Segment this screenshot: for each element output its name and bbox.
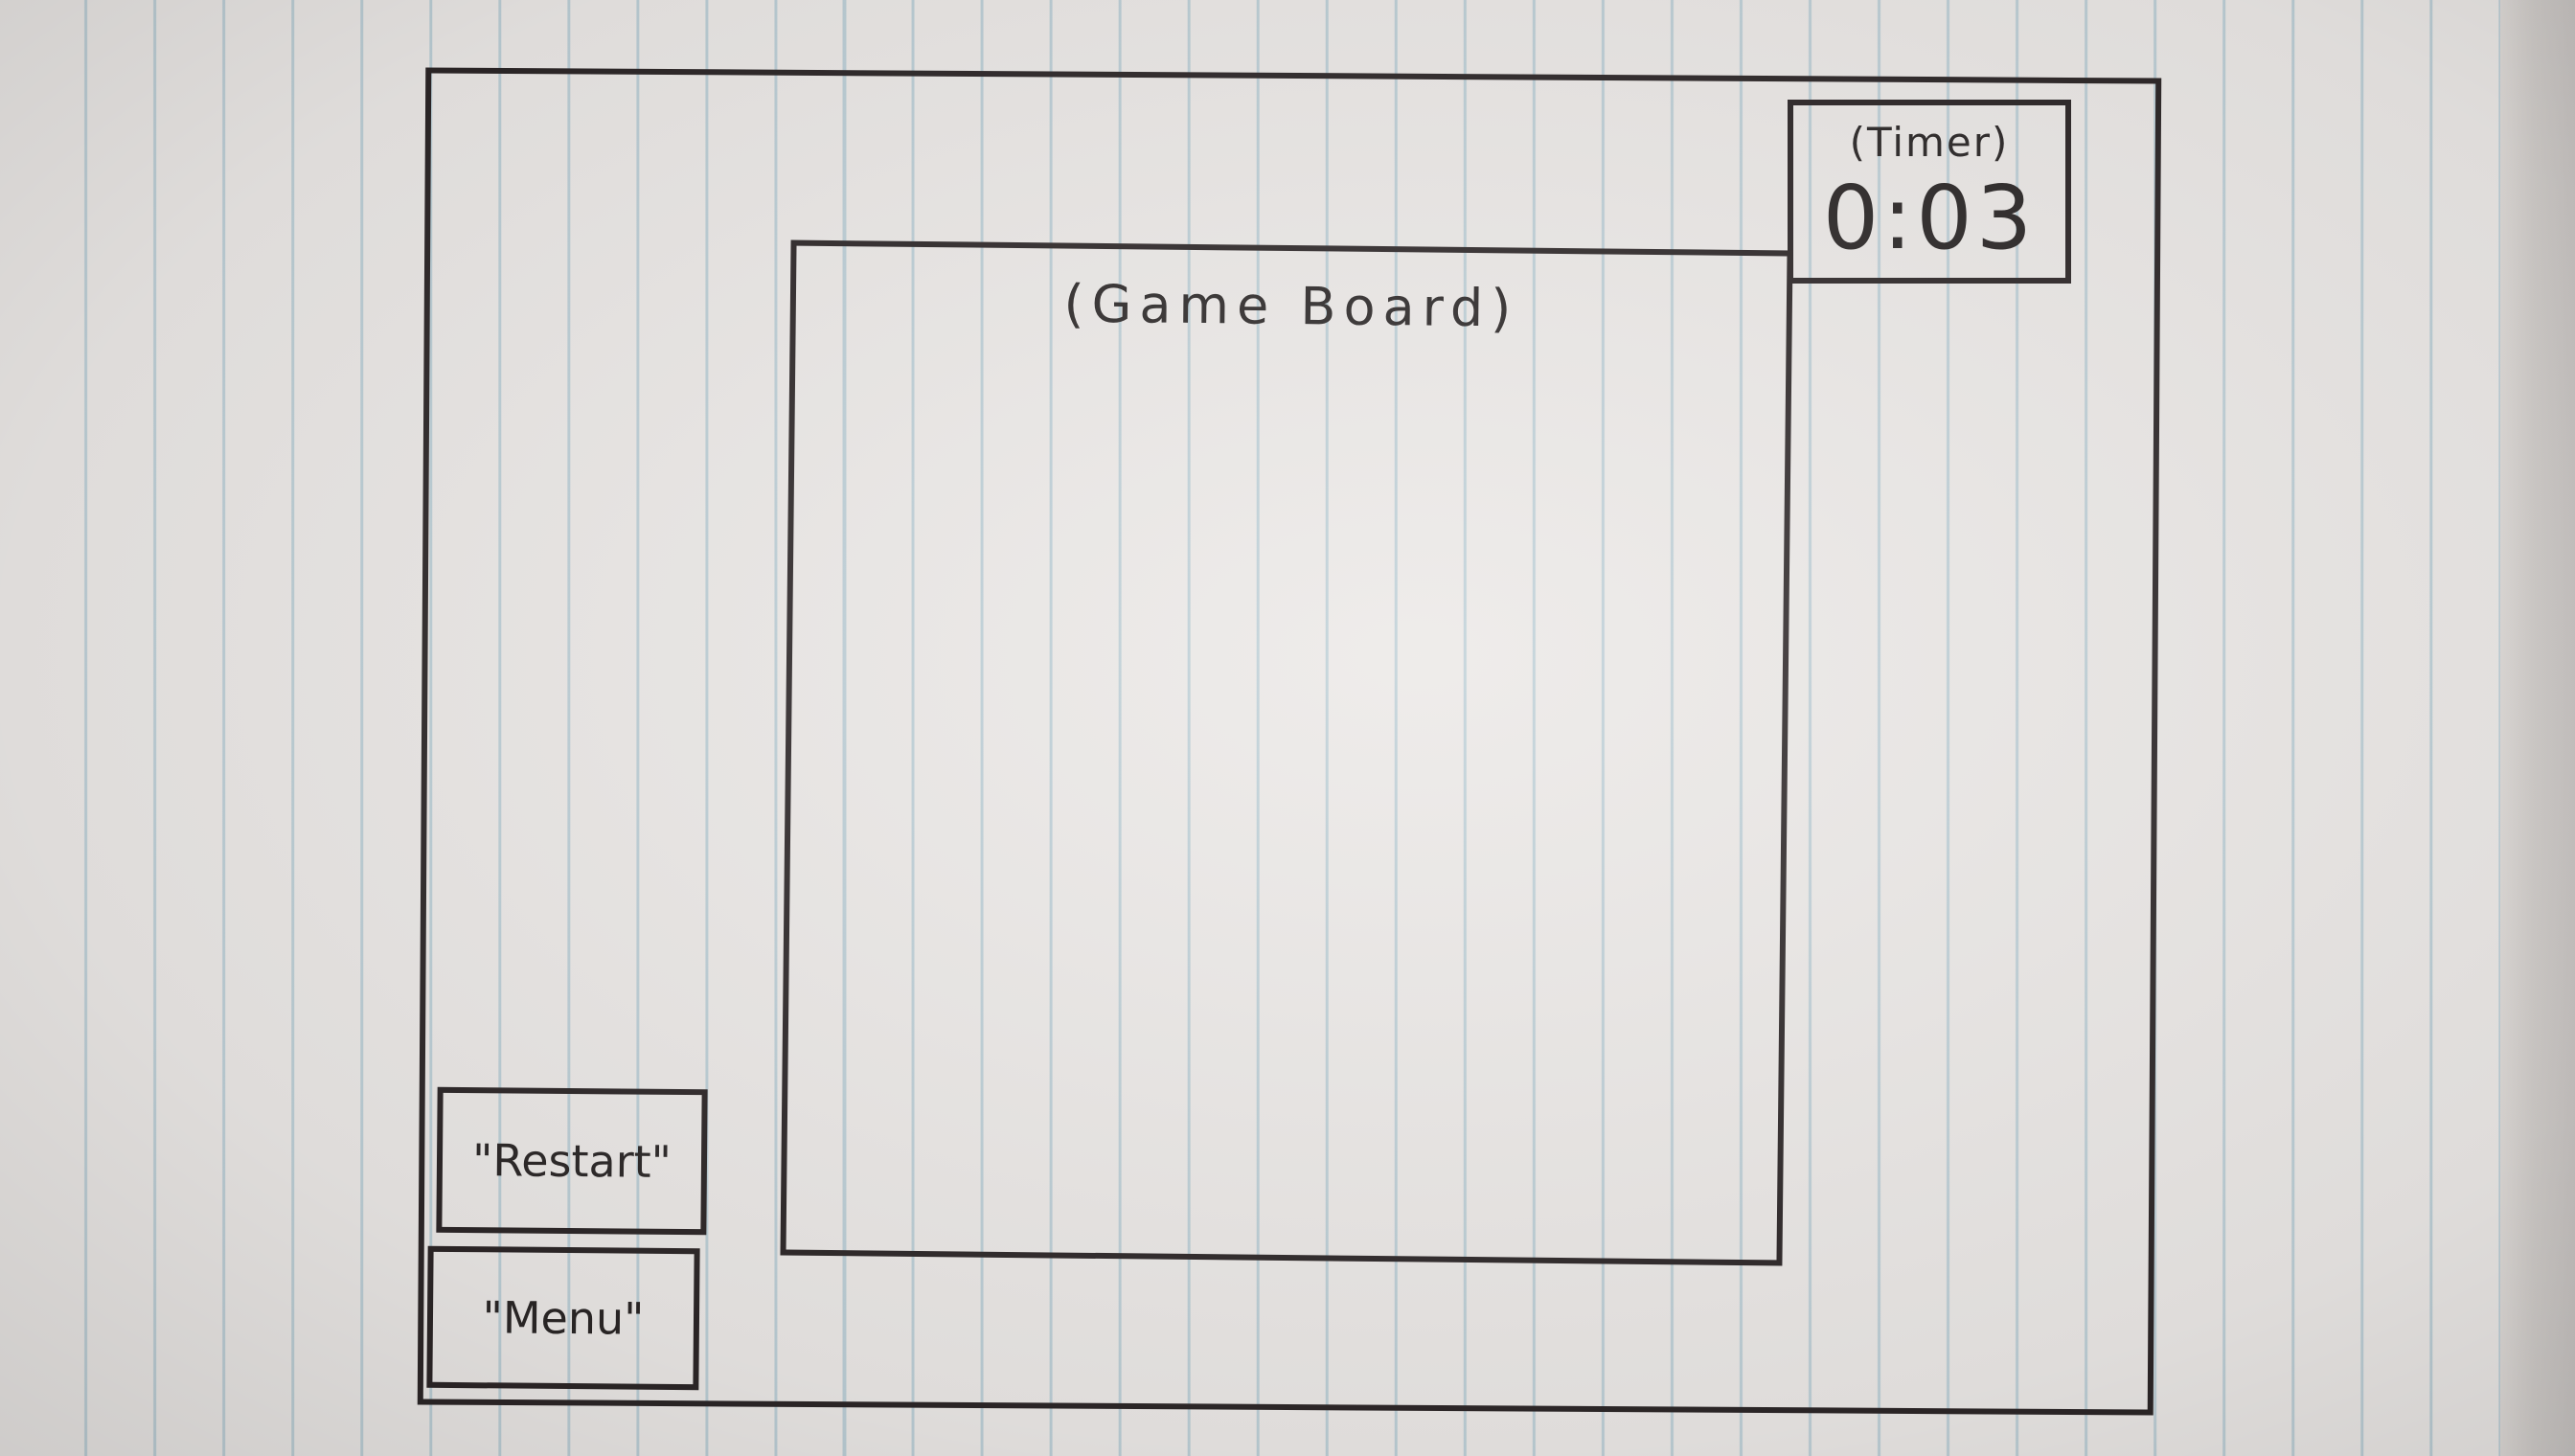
timer-value: 0:03: [1822, 167, 2037, 269]
timer-label: (Timer): [1849, 119, 2010, 166]
game-board-label: (Game Board): [1063, 273, 1519, 339]
restart-button-label: "Restart": [471, 1134, 672, 1188]
game-board[interactable]: (Game Board): [780, 239, 1793, 1266]
timer-panel: (Timer) 0:03: [1788, 100, 2071, 284]
paper-edge: [2500, 0, 2575, 1456]
menu-button-label: "Menu": [482, 1291, 645, 1345]
menu-button[interactable]: "Menu": [426, 1245, 700, 1391]
restart-button[interactable]: "Restart": [436, 1086, 708, 1236]
